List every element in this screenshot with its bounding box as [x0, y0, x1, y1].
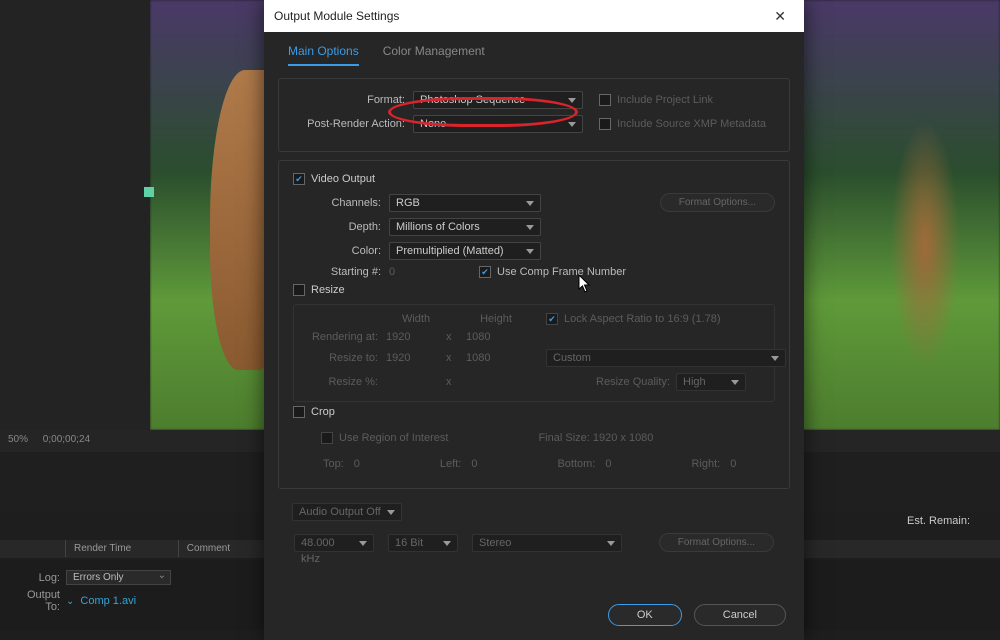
- crop-left-label: Left:: [440, 458, 461, 470]
- resize-width[interactable]: 1920: [386, 352, 446, 364]
- lock-aspect-label: Lock Aspect Ratio to 16:9 (1.78): [564, 313, 721, 325]
- video-output-checkbox[interactable]: [293, 173, 305, 185]
- audio-bit-select[interactable]: 16 Bit: [388, 534, 458, 552]
- log-select[interactable]: Errors Only: [66, 570, 171, 585]
- dialog-title: Output Module Settings: [274, 9, 399, 23]
- lock-aspect-checkbox[interactable]: [546, 313, 558, 325]
- channels-label: Channels:: [293, 197, 381, 209]
- post-render-select[interactable]: None: [413, 115, 583, 133]
- resize-checkbox[interactable]: [293, 284, 305, 296]
- audio-channels-select[interactable]: Stereo: [472, 534, 622, 552]
- timecode[interactable]: 0;00;00;24: [43, 434, 90, 445]
- format-section: Format: Photoshop Sequence Include Proje…: [278, 78, 790, 152]
- final-size: Final Size: 1920 x 1080: [538, 432, 653, 444]
- video-output-label: Video Output: [311, 173, 375, 185]
- use-roi-label: Use Region of Interest: [339, 432, 448, 444]
- dialog-content: Format: Photoshop Sequence Include Proje…: [264, 66, 804, 590]
- crop-right[interactable]: 0: [730, 458, 736, 470]
- include-xmp-label: Include Source XMP Metadata: [617, 118, 766, 130]
- color-select[interactable]: Premultiplied (Matted): [389, 242, 541, 260]
- dialog-titlebar: Output Module Settings ✕: [264, 0, 804, 32]
- est-remain-label: Est. Remain:: [907, 515, 970, 527]
- crop-right-label: Right:: [691, 458, 720, 470]
- close-icon[interactable]: ✕: [766, 4, 794, 29]
- post-render-label: Post-Render Action:: [293, 118, 405, 130]
- audio-output-row: Audio Output Off: [278, 497, 790, 527]
- audio-format-options-button[interactable]: Format Options...: [659, 533, 774, 552]
- video-output-section: Video Output Channels: RGB Format Option…: [278, 160, 790, 489]
- log-label: Log:: [10, 572, 60, 584]
- bg-shape-deer: [890, 120, 960, 370]
- include-project-link-checkbox[interactable]: [599, 94, 611, 106]
- depth-select[interactable]: Millions of Colors: [389, 218, 541, 236]
- render-width: 1920: [386, 331, 446, 343]
- use-roi-checkbox[interactable]: [321, 432, 333, 444]
- resize-height[interactable]: 1080: [466, 352, 526, 364]
- include-xmp-checkbox[interactable]: [599, 118, 611, 130]
- channels-select[interactable]: RGB: [389, 194, 541, 212]
- crop-label: Crop: [311, 406, 335, 418]
- format-select[interactable]: Photoshop Sequence: [413, 91, 583, 109]
- render-height: 1080: [466, 331, 526, 343]
- header-comment[interactable]: Comment: [178, 540, 258, 557]
- width-header: Width: [386, 313, 446, 325]
- resize-handle[interactable]: [144, 187, 154, 197]
- crop-top-label: Top:: [323, 458, 344, 470]
- zoom-value[interactable]: 50%: [8, 434, 28, 445]
- output-to-label: Output To:: [10, 589, 60, 613]
- crop-bottom[interactable]: 0: [605, 458, 611, 470]
- dialog-footer: OK Cancel: [264, 590, 804, 640]
- resize-panel: Width Height Lock Aspect Ratio to 16:9 (…: [293, 304, 775, 402]
- resize-preset-select[interactable]: Custom: [546, 349, 786, 367]
- ok-button[interactable]: OK: [608, 604, 682, 626]
- include-project-link-label: Include Project Link: [617, 94, 713, 106]
- left-panel: [0, 0, 150, 430]
- header-render-time[interactable]: Render Time: [65, 540, 175, 557]
- expand-caret-icon[interactable]: ⌄: [66, 596, 74, 607]
- height-header: Height: [466, 313, 526, 325]
- tab-color-management[interactable]: Color Management: [383, 44, 485, 66]
- resize-pct-label: Resize %:: [304, 376, 386, 388]
- format-label: Format:: [293, 94, 405, 106]
- starting-label: Starting #:: [293, 266, 381, 278]
- format-options-button[interactable]: Format Options...: [660, 193, 775, 212]
- output-link[interactable]: Comp 1.avi: [80, 595, 136, 607]
- use-comp-frame-label: Use Comp Frame Number: [497, 266, 626, 278]
- depth-label: Depth:: [293, 221, 381, 233]
- audio-hz-select[interactable]: 48.000 kHz: [294, 534, 374, 552]
- crop-top[interactable]: 0: [354, 458, 360, 470]
- cancel-button[interactable]: Cancel: [694, 604, 786, 626]
- resize-to-label: Resize to:: [304, 352, 386, 364]
- resize-quality-label: Resize Quality:: [596, 376, 670, 388]
- tab-main-options[interactable]: Main Options: [288, 44, 359, 66]
- crop-checkbox[interactable]: [293, 406, 305, 418]
- crop-bottom-label: Bottom:: [557, 458, 595, 470]
- rendering-at-label: Rendering at:: [304, 331, 386, 343]
- output-module-settings-dialog: Output Module Settings ✕ Main Options Co…: [264, 0, 804, 640]
- starting-number[interactable]: 0: [389, 266, 429, 278]
- use-comp-frame-checkbox[interactable]: [479, 266, 491, 278]
- audio-output-select[interactable]: Audio Output Off: [292, 503, 402, 521]
- resize-label: Resize: [311, 284, 345, 296]
- dialog-tabs: Main Options Color Management: [264, 32, 804, 66]
- color-label: Color:: [293, 245, 381, 257]
- resize-quality-select[interactable]: High: [676, 373, 746, 391]
- crop-left[interactable]: 0: [471, 458, 477, 470]
